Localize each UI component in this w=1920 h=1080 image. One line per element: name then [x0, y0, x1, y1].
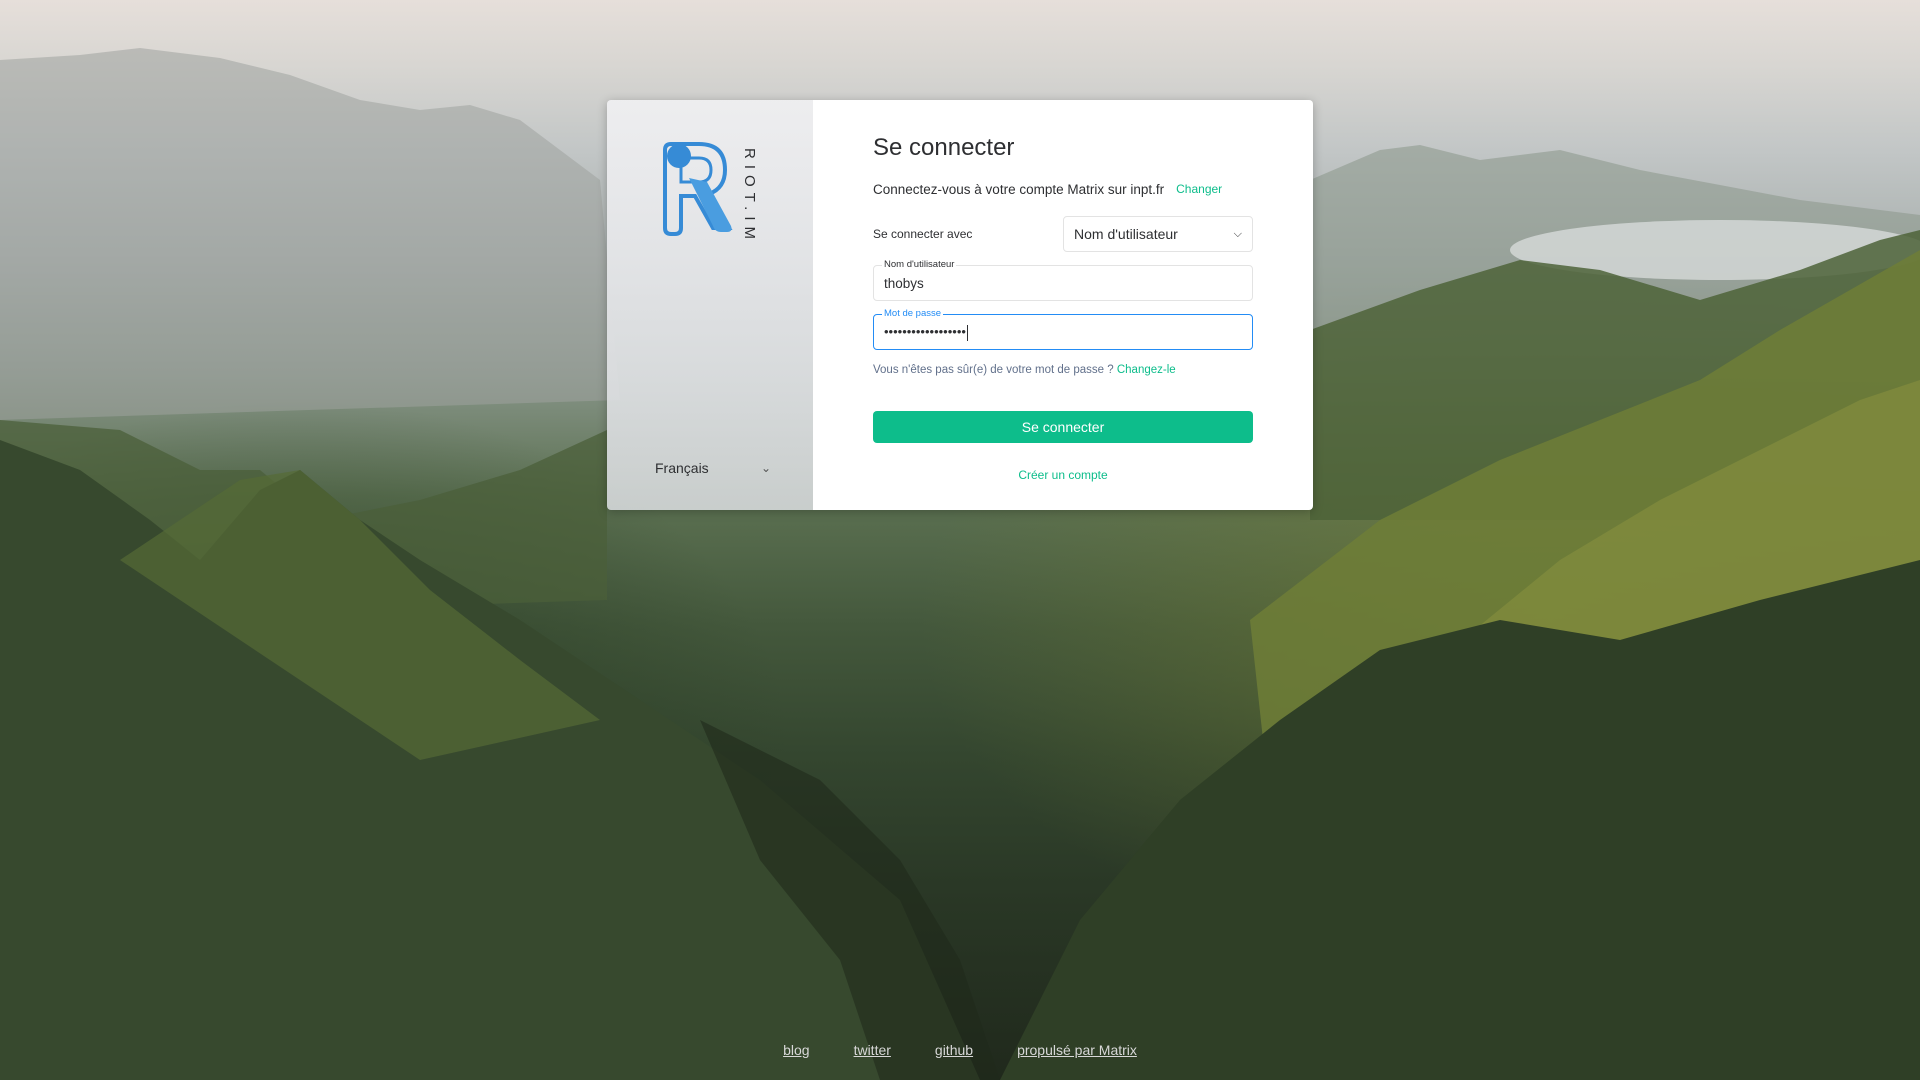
password-value: ••••••••••••••••••: [884, 324, 968, 341]
footer-links: blog twitter github propulsé par Matrix: [0, 1042, 1920, 1058]
login-type-value: Nom d'utilisateur: [1074, 226, 1178, 242]
riot-logo-icon: RIOT.IM: [663, 142, 758, 245]
username-field[interactable]: Nom d'utilisateur thobys: [873, 259, 1253, 301]
chevron-down-icon: ⌵: [1233, 227, 1242, 240]
footer-link-github[interactable]: github: [935, 1042, 973, 1058]
auth-body: Se connecter Connectez-vous à votre comp…: [813, 100, 1313, 510]
chevron-down-icon: ⌄: [760, 461, 771, 475]
language-label: Français: [655, 460, 709, 476]
riot-logo: RIOT.IM: [655, 138, 765, 245]
forgot-password-line: Vous n'êtes pas sûr(e) de votre mot de p…: [873, 364, 1253, 376]
username-label: Nom d'utilisateur: [882, 259, 957, 270]
forgot-text: Vous n'êtes pas sûr(e) de votre mot de p…: [873, 364, 1114, 376]
auth-header-panel: RIOT.IM Français ⌄: [607, 100, 813, 510]
server-text: Connectez-vous à votre compte Matrix sur…: [873, 181, 1165, 197]
password-dots: ••••••••••••••••••: [884, 324, 966, 339]
footer-link-matrix[interactable]: propulsé par Matrix: [1017, 1042, 1137, 1058]
brand-text: RIOT.IM: [741, 148, 758, 238]
username-value: thobys: [884, 276, 924, 291]
footer-link-blog[interactable]: blog: [783, 1042, 809, 1058]
login-button[interactable]: Se connecter: [873, 411, 1253, 443]
login-dialog: RIOT.IM Français ⌄ Se connecter Connecte…: [607, 100, 1313, 510]
page-title: Se connecter: [873, 134, 1015, 161]
language-selector[interactable]: Français ⌄: [655, 454, 771, 482]
login-with-label: Se connecter avec: [873, 227, 973, 241]
create-account-link[interactable]: Créer un compte: [873, 468, 1253, 482]
login-type-row: Se connecter avec Nom d'utilisateur ⌵: [873, 216, 1253, 252]
password-label: Mot de passe: [882, 308, 944, 319]
login-type-select[interactable]: Nom d'utilisateur ⌵: [1063, 216, 1253, 252]
text-caret: [966, 324, 968, 341]
password-field[interactable]: Mot de passe ••••••••••••••••••: [873, 308, 1253, 350]
forgot-password-link[interactable]: Changez-le: [1117, 364, 1176, 376]
change-server-link[interactable]: Changer: [1176, 182, 1222, 196]
server-info: Connectez-vous à votre compte Matrix sur…: [873, 178, 1253, 200]
footer-link-twitter[interactable]: twitter: [854, 1042, 891, 1058]
